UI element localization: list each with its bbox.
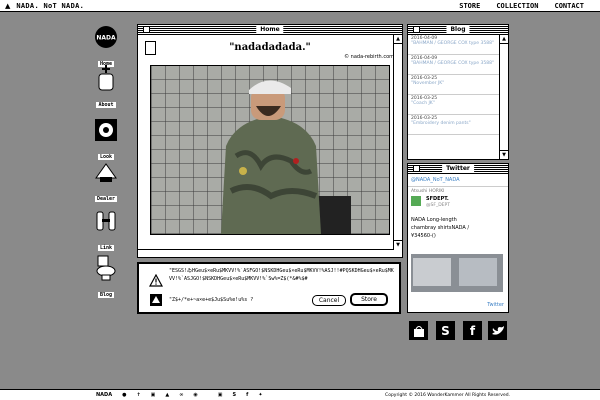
menu-contact[interactable]: CONTACT — [554, 2, 584, 10]
dock-person-icon[interactable]: ✝ — [136, 392, 140, 398]
horizontal-scrollbar[interactable] — [138, 249, 394, 257]
store-button[interactable]: Store — [350, 293, 388, 306]
desktop-label-blog: Blog — [97, 292, 115, 298]
close-box-icon[interactable] — [413, 26, 420, 33]
retweeter: Atsushi HORIKI — [411, 189, 445, 194]
desktop-icon-dealer[interactable]: Dealer — [93, 159, 119, 204]
twitter-window-title: Twitter — [442, 164, 474, 173]
tweet-handle[interactable]: @SF_DEPT — [426, 203, 450, 208]
person-icon — [93, 65, 119, 91]
twitter-icon[interactable] — [488, 321, 507, 340]
blog-post[interactable]: 2016-03-25 "November JK" — [408, 75, 500, 95]
desktop-label-dealer: Dealer — [94, 196, 118, 202]
dialog-message-2: "Z$+/*e+~a×e+e$Ju$Su%e!u%s ? — [169, 297, 254, 303]
scroll-down-icon[interactable]: ▼ — [394, 240, 402, 249]
look-icon — [93, 117, 119, 143]
desktop-icon-blog[interactable]: Blog — [93, 255, 119, 300]
dock-link-icon[interactable]: ∞ — [179, 392, 183, 398]
dock-dealer-icon[interactable]: ▲ — [165, 392, 169, 398]
blog-window: Blog 2016-04-09 "BAHMAN / GEORGE COX type… — [407, 24, 509, 160]
dock-look-icon[interactable]: ▣ — [151, 392, 156, 398]
close-box-icon[interactable] — [143, 26, 150, 33]
copyright: Copyright © 2016 WonderKammer All Rights… — [385, 392, 510, 398]
dog-logo-icon — [149, 292, 163, 311]
blog-post[interactable]: 2016-03-25 "Coach JK" — [408, 95, 500, 115]
twitter-window: Twitter @NADA_NoT_NADA Atsushi HORIKI SF… — [407, 163, 509, 313]
tweet-text-2: chambray shirtsNADA / — [411, 225, 470, 231]
dock-blog-icon[interactable]: ◉ — [193, 392, 197, 398]
close-box-icon[interactable] — [413, 165, 420, 172]
tweet-text-3: ¥34560-() — [411, 233, 436, 239]
dock-twitter-icon[interactable]: ✦ — [258, 392, 262, 398]
bag-icon[interactable] — [409, 321, 428, 340]
link-icon — [93, 208, 119, 234]
desktop-icon-home[interactable]: NADA Home — [93, 24, 119, 69]
toilet-icon — [93, 255, 119, 281]
twitter-account[interactable]: @NADA_NoT_NADA — [408, 174, 508, 187]
blog-window-title: Blog — [446, 25, 470, 34]
scroll-up-icon[interactable]: ▲ — [394, 35, 402, 44]
footer-brand[interactable]: NADA — [96, 392, 112, 398]
vertical-scrollbar[interactable]: ▲ ▼ — [393, 35, 402, 249]
scroll-down-icon[interactable]: ▼ — [500, 150, 508, 159]
blog-scrollbar[interactable]: ▲ ▼ — [499, 35, 508, 159]
warning-icon — [148, 272, 164, 291]
bottom-dock: NADA ● ✝ ▣ ▲ ∞ ◉ ▣ S f ✦ Copyright © 201… — [0, 389, 600, 400]
desktop-icon-link[interactable]: Link — [93, 208, 119, 253]
desktop-icon-look[interactable]: Look — [93, 117, 119, 162]
tweet-image[interactable] — [411, 254, 503, 292]
twitter-link[interactable]: Twitter — [487, 302, 504, 308]
home-window-title: Home — [256, 25, 284, 34]
alert-dialog: "ESGS!ゐHGeu$×eRu$MKVV!%`ASFGO!$NSKDHGeu$… — [137, 262, 401, 314]
facebook-icon[interactable]: f — [463, 321, 482, 340]
tweet-name[interactable]: SFDEPT. — [426, 196, 449, 202]
s-logo-icon[interactable]: S — [436, 321, 455, 340]
avatar[interactable] — [411, 196, 421, 206]
cancel-button[interactable]: Cancel — [312, 295, 346, 306]
tweet-text-1: NADA Long-length — [411, 217, 457, 223]
blog-post[interactable]: 2016-04-09 "BAHMAN / GEORGE COX type 3588… — [408, 55, 500, 75]
menu-bar: ▲ NADA. NoT NADA. STORE COLLECTION CONTA… — [0, 0, 600, 12]
desktop-label-about: About — [96, 102, 116, 108]
dialog-message: "ESGS!ゐHGeu$×eRu$MKVV!%`ASFGO!$NSKDHGeu$… — [169, 268, 394, 282]
dock-nada-icon[interactable]: ● — [122, 392, 126, 398]
apple-icon[interactable]: ▲ — [5, 2, 10, 10]
scroll-up-icon[interactable]: ▲ — [500, 35, 508, 44]
dock-s-icon[interactable]: S — [233, 392, 237, 398]
dock-bag-icon[interactable]: ▣ — [218, 392, 223, 398]
svg-text:NADA: NADA — [96, 35, 116, 42]
nada-logo-icon: NADA — [93, 24, 119, 50]
menu-store[interactable]: STORE — [459, 2, 480, 10]
brand-menu[interactable]: NADA. NoT NADA. — [16, 2, 84, 10]
home-window: Home "nadadadada." © nada-rebirth.com ▲ … — [137, 24, 403, 258]
menu-collection[interactable]: COLLECTION — [496, 2, 538, 10]
dealer-icon — [93, 159, 119, 185]
home-window-titlebar[interactable]: Home — [138, 25, 402, 35]
twitter-window-titlebar[interactable]: Twitter — [408, 164, 508, 174]
blog-window-titlebar[interactable]: Blog — [408, 25, 508, 35]
desktop-icon-about[interactable]: About — [93, 65, 119, 110]
look-photo — [150, 65, 390, 235]
page-title: "nadadadada." — [229, 42, 311, 53]
site-credit: © nada-rebirth.com — [344, 54, 394, 60]
blog-post[interactable]: 2016-03-25 "Embroidery denim pants" — [408, 115, 500, 135]
dock-facebook-icon[interactable]: f — [246, 392, 248, 398]
desktop-label-link: Link — [97, 245, 115, 251]
blog-post[interactable]: 2016-04-09 "BAHMAN / GEORGE COX type 3588… — [408, 35, 500, 55]
